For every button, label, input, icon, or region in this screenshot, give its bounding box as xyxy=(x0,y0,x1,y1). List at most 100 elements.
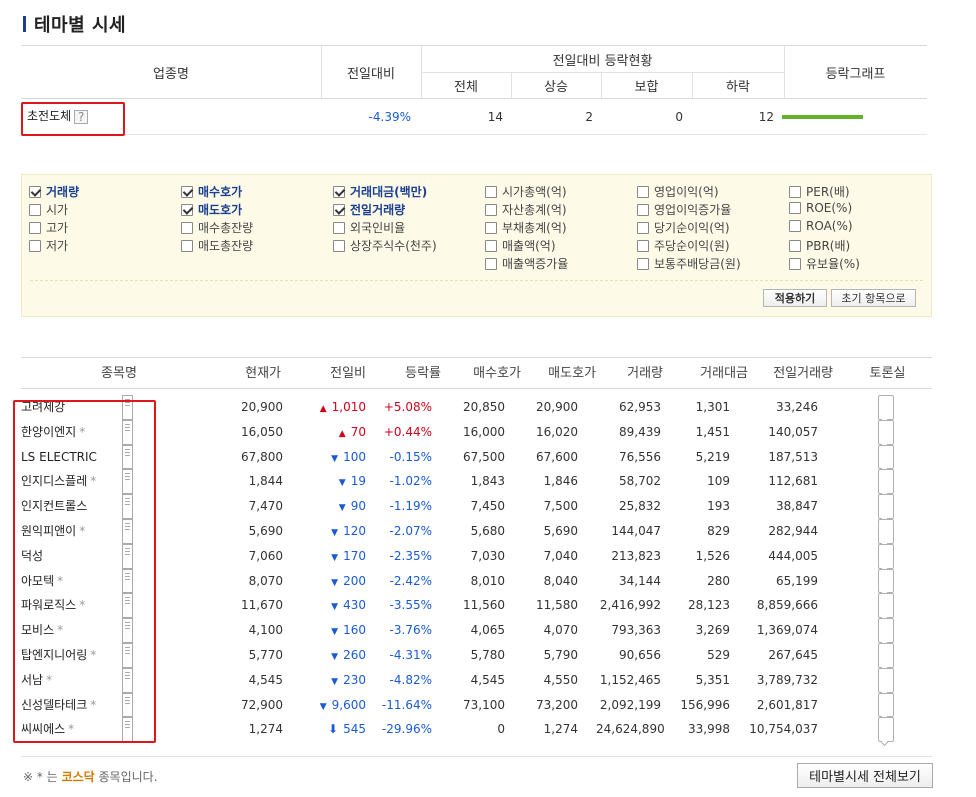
bid-price: 20,850 xyxy=(463,400,505,414)
checkbox-empty-icon[interactable] xyxy=(637,185,649,198)
trade-amount: 1,526 xyxy=(695,548,730,563)
option-checkbox[interactable]: 주당순이익(원) xyxy=(637,237,730,254)
checkbox-checked-icon[interactable] xyxy=(333,185,345,198)
discussion-icon[interactable] xyxy=(878,593,894,619)
checkbox-empty-icon[interactable] xyxy=(637,257,649,270)
checkbox-empty-icon[interactable] xyxy=(181,221,193,234)
discussion-icon[interactable] xyxy=(878,618,894,643)
option-checkbox[interactable]: 자산총계(억) xyxy=(485,201,567,218)
option-label: PER(배) xyxy=(806,185,850,199)
price: 16,050 xyxy=(241,424,283,439)
discussion-icon[interactable] xyxy=(878,494,894,519)
checkbox-empty-icon[interactable] xyxy=(29,221,41,234)
checkbox-empty-icon[interactable] xyxy=(637,221,649,234)
checkbox-empty-icon[interactable] xyxy=(789,220,801,232)
reset-button[interactable]: 초기 항목으로 xyxy=(831,289,916,307)
option-checkbox[interactable]: 상장주식수(천주) xyxy=(333,237,437,254)
checkbox-empty-icon[interactable] xyxy=(485,257,497,270)
option-checkbox[interactable]: 영업이익(억) xyxy=(637,183,719,200)
option-checkbox[interactable]: 시가 xyxy=(29,201,68,218)
option-checkbox[interactable]: ROA(%) xyxy=(789,219,853,233)
option-checkbox[interactable]: 고가 xyxy=(29,219,68,236)
checkbox-empty-icon[interactable] xyxy=(333,221,345,234)
bid-price: 4,065 xyxy=(470,623,505,638)
checkbox-empty-icon[interactable] xyxy=(485,185,497,198)
option-checkbox[interactable]: 매출액증가율 xyxy=(485,255,568,272)
change-rate: -2.35% xyxy=(389,548,432,563)
checkbox-empty-icon[interactable] xyxy=(485,239,497,252)
checkbox-checked-icon[interactable] xyxy=(29,185,41,198)
prev-volume: 1,369,074 xyxy=(756,623,818,638)
option-checkbox[interactable]: 거래량 xyxy=(29,183,79,200)
header-change: 전일대비 xyxy=(347,66,395,82)
arrow-down-icon: ▼ xyxy=(331,577,339,588)
checkbox-empty-icon[interactable] xyxy=(637,239,649,252)
arrow-down-icon: ▼ xyxy=(331,453,339,464)
option-checkbox[interactable]: PER(배) xyxy=(789,183,850,200)
discussion-icon[interactable] xyxy=(878,444,894,470)
bid-price: 5,680 xyxy=(470,523,505,538)
checkbox-checked-icon[interactable] xyxy=(181,203,193,216)
option-checkbox[interactable]: 저가 xyxy=(29,237,68,254)
column-header: 현재가 xyxy=(245,366,281,381)
discussion-icon[interactable] xyxy=(878,419,894,445)
apply-button[interactable]: 적용하기 xyxy=(763,289,827,307)
option-checkbox[interactable]: 부채총계(억) xyxy=(485,219,567,236)
arrow-up-icon: ▲ xyxy=(319,404,327,414)
option-checkbox[interactable]: 전일거래량 xyxy=(333,201,405,218)
discussion-icon[interactable] xyxy=(878,692,894,718)
option-checkbox[interactable]: 보통주배당금(원) xyxy=(637,255,741,272)
checkbox-empty-icon[interactable] xyxy=(29,239,41,252)
column-header: 거래량 xyxy=(627,366,663,381)
option-label: 주당순이익(원) xyxy=(654,239,730,253)
volume: 213,823 xyxy=(611,548,661,563)
checkbox-empty-icon[interactable] xyxy=(485,203,497,216)
checkbox-checked-icon[interactable] xyxy=(333,203,345,216)
change-rate: -4.82% xyxy=(389,672,432,687)
theme-flat: 0 xyxy=(675,110,683,124)
option-checkbox[interactable]: 매도호가 xyxy=(181,201,242,218)
discussion-icon[interactable] xyxy=(878,642,894,668)
option-checkbox[interactable]: 매출액(억) xyxy=(485,237,556,254)
discussion-icon[interactable] xyxy=(878,543,894,569)
option-checkbox[interactable]: PBR(배) xyxy=(789,237,850,254)
option-checkbox[interactable]: ROE(%) xyxy=(789,201,852,215)
option-label: ROA(%) xyxy=(806,219,853,233)
discussion-icon[interactable] xyxy=(878,568,894,594)
discussion-icon[interactable] xyxy=(878,518,894,544)
option-checkbox[interactable]: 영업이익증가율 xyxy=(637,201,731,218)
discussion-icon[interactable] xyxy=(878,667,894,693)
discussion-icon[interactable] xyxy=(878,395,894,420)
checkbox-empty-icon[interactable] xyxy=(789,257,801,270)
checkbox-empty-icon[interactable] xyxy=(789,239,801,252)
option-checkbox[interactable]: 시가총액(억) xyxy=(485,183,567,200)
option-checkbox[interactable]: 당기순이익(억) xyxy=(637,219,730,236)
change-rate: -11.64% xyxy=(381,697,432,712)
bid-price: 5,780 xyxy=(470,647,505,662)
option-checkbox[interactable]: 매도총잔량 xyxy=(181,237,253,254)
price: 1,844 xyxy=(248,474,283,489)
option-checkbox[interactable]: 매수총잔량 xyxy=(181,219,253,236)
option-checkbox[interactable]: 외국인비율 xyxy=(333,219,405,236)
checkbox-empty-icon[interactable] xyxy=(485,221,497,234)
volume: 2,416,992 xyxy=(599,598,661,613)
summary-header: 업종명 전일대비 전일대비 등락현황 전체 상승 보합 하락 등락그래프 xyxy=(21,46,927,99)
change-value: 19 xyxy=(350,474,366,489)
table-row: 신성델타테크 * 72,900 ▼ 9,600 -11.64% 73,100 73,200 2,… xyxy=(21,692,932,718)
option-checkbox[interactable]: 거래대금(백만) xyxy=(333,183,427,200)
checkbox-checked-icon[interactable] xyxy=(181,185,193,198)
checkbox-empty-icon[interactable] xyxy=(789,185,801,198)
option-label: 매도호가 xyxy=(198,203,243,217)
checkbox-empty-icon[interactable] xyxy=(181,239,193,252)
option-checkbox[interactable]: 매수호가 xyxy=(181,183,242,200)
checkbox-empty-icon[interactable] xyxy=(789,202,801,214)
option-checkbox[interactable]: 유보율(%) xyxy=(789,255,860,272)
checkbox-empty-icon[interactable] xyxy=(29,203,41,216)
checkbox-empty-icon[interactable] xyxy=(637,203,649,216)
discussion-icon[interactable] xyxy=(878,469,894,495)
column-header: 매도호가 xyxy=(548,366,596,381)
bid-price: 7,030 xyxy=(470,548,505,563)
view-all-themes-button[interactable]: 테마별시세 전체보기 xyxy=(797,763,933,788)
checkbox-empty-icon[interactable] xyxy=(333,239,345,252)
discussion-icon[interactable] xyxy=(878,717,894,743)
